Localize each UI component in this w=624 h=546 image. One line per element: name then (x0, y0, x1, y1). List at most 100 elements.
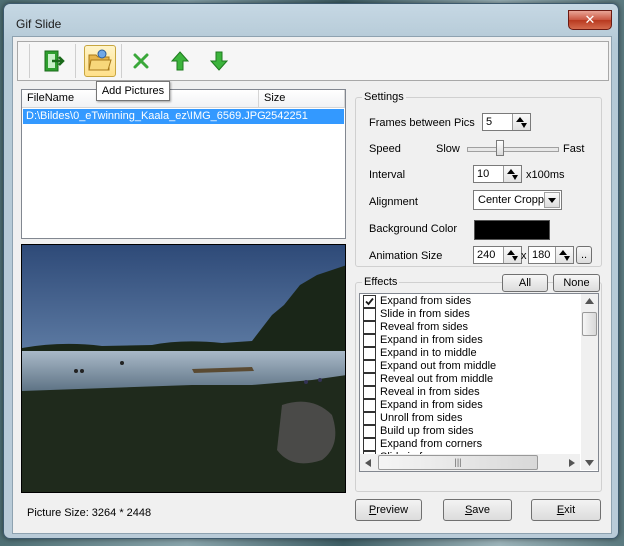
effect-checkbox[interactable] (363, 399, 376, 412)
select-none-effects-button[interactable]: None (553, 274, 600, 292)
effect-label: Reveal out from middle (380, 373, 494, 385)
close-button[interactable]: ✕ (568, 10, 612, 30)
effect-checkbox[interactable] (363, 373, 376, 386)
width-value: 240 (477, 249, 496, 261)
file-list-header: FileName Size (22, 90, 345, 108)
frames-value: 5 (486, 116, 493, 128)
effect-checkbox[interactable] (363, 425, 376, 438)
add-pictures-tooltip: Add Pictures (96, 81, 170, 101)
effect-checkbox[interactable] (363, 308, 376, 321)
effect-label: Reveal in from sides (380, 386, 480, 398)
size-more-button[interactable]: .. (576, 246, 592, 264)
effect-label: Expand from corners (380, 438, 483, 450)
speed-slow-label: Slow (436, 143, 460, 155)
preview-label: review (376, 504, 409, 516)
width-spinner[interactable]: 240 (473, 246, 522, 264)
toolbar-separator (75, 44, 76, 78)
spin-arrows-icon[interactable] (503, 247, 521, 263)
speed-fast-label: Fast (563, 143, 585, 155)
frames-spinner[interactable]: 5 (482, 113, 531, 131)
effects-title: Effects (362, 276, 400, 288)
checkmark-icon (365, 297, 374, 306)
move-down-button[interactable] (203, 45, 235, 77)
effects-vertical-scrollbar[interactable] (581, 294, 598, 470)
file-path: D:\Bildes\0_eTwinning_Kaala_ez\IMG_6569.… (26, 110, 266, 122)
effect-checkbox[interactable] (363, 386, 376, 399)
scroll-up-icon[interactable] (585, 298, 594, 304)
exit-label: xit (564, 504, 576, 516)
effects-horizontal-scrollbar[interactable]: ||| (360, 454, 580, 471)
vertical-scroll-thumb[interactable] (582, 312, 597, 336)
spin-arrows-icon[interactable] (555, 247, 573, 263)
effect-label: Expand out from middle (380, 360, 497, 372)
toolbar-separator (29, 44, 30, 78)
preview-button[interactable]: Preview (355, 499, 422, 521)
interval-value: 10 (477, 168, 490, 180)
interval-unit: x100ms (526, 169, 565, 181)
effect-label: Expand in from sides (380, 334, 483, 346)
scroll-left-icon[interactable] (365, 459, 371, 467)
speed-label: Speed (369, 143, 401, 155)
move-up-button[interactable] (164, 45, 196, 77)
effect-checkbox[interactable] (363, 412, 376, 425)
delete-x-icon (133, 53, 149, 69)
height-spinner[interactable]: 180 (528, 246, 574, 264)
file-size: 2542251 (265, 110, 308, 122)
speed-slider-track[interactable] (467, 147, 559, 152)
effect-checkbox[interactable] (363, 360, 376, 373)
animation-size-label: Animation Size (369, 250, 443, 262)
interval-label: Interval (369, 169, 406, 181)
exit-button[interactable]: Exit (531, 499, 601, 521)
lake-photo (22, 245, 345, 492)
speed-slider-thumb[interactable] (495, 140, 504, 156)
effect-checkbox[interactable] (363, 347, 376, 360)
effect-label: Expand from sides (380, 295, 472, 307)
add-pictures-button[interactable] (84, 45, 116, 77)
window-title: Gif Slide (16, 17, 62, 31)
effects-list[interactable]: Expand from sides Slide in from sides Reve… (359, 293, 599, 472)
effect-checkbox[interactable] (363, 438, 376, 451)
scroll-right-icon[interactable] (569, 459, 575, 467)
horizontal-scroll-thumb[interactable]: ||| (378, 455, 538, 470)
effect-checkbox[interactable] (363, 334, 376, 347)
exit-toolbar-button[interactable] (38, 45, 70, 77)
bgcolor-label: Background Color (369, 223, 458, 235)
effect-label: Expand in to middle (380, 347, 477, 359)
file-list[interactable]: FileName Size D:\Bildes\0_eTwinning_Kaal… (21, 89, 346, 239)
effect-label: Slide in from sides (380, 308, 470, 320)
settings-title: Settings (362, 91, 406, 103)
effect-label: Reveal from sides (380, 321, 469, 333)
effect-label: Build up from sides (380, 425, 474, 437)
chevron-down-icon[interactable] (544, 192, 560, 208)
effect-label: Unroll from sides (380, 412, 463, 424)
file-list-row[interactable]: D:\Bildes\0_eTwinning_Kaala_ez\IMG_6569.… (23, 109, 344, 124)
alignment-value: Center Cropp (478, 194, 545, 206)
frames-label: Frames between Pics (369, 117, 475, 129)
add-folder-icon (88, 49, 112, 71)
move-down-arrow-icon (209, 51, 229, 71)
height-value: 180 (532, 249, 551, 261)
toolbar-separator (121, 44, 122, 78)
save-button[interactable]: Save (443, 499, 512, 521)
column-size[interactable]: Size (259, 90, 345, 107)
alignment-dropdown[interactable]: Center Cropp (473, 190, 562, 210)
effect-label: Expand in from sides (380, 399, 483, 411)
title-bar[interactable]: Gif Slide ✕ (4, 4, 618, 34)
background-color-swatch[interactable] (474, 220, 550, 240)
picture-size-status: Picture Size: 3264 * 2448 (27, 507, 152, 519)
alignment-label: Alignment (369, 196, 418, 208)
toolbar (17, 41, 609, 81)
picture-preview (21, 244, 346, 493)
effect-checkbox[interactable] (363, 295, 376, 308)
size-separator: x (521, 250, 527, 262)
save-label: ave (472, 504, 491, 516)
remove-picture-button[interactable] (125, 45, 157, 77)
move-up-arrow-icon (170, 51, 190, 71)
select-all-effects-button[interactable]: All (502, 274, 548, 292)
exit-door-icon (44, 50, 65, 72)
effect-checkbox[interactable] (363, 321, 376, 334)
interval-spinner[interactable]: 10 (473, 165, 522, 183)
scroll-down-icon[interactable] (585, 460, 594, 466)
spin-arrows-icon[interactable] (512, 114, 530, 130)
spin-arrows-icon[interactable] (503, 166, 521, 182)
